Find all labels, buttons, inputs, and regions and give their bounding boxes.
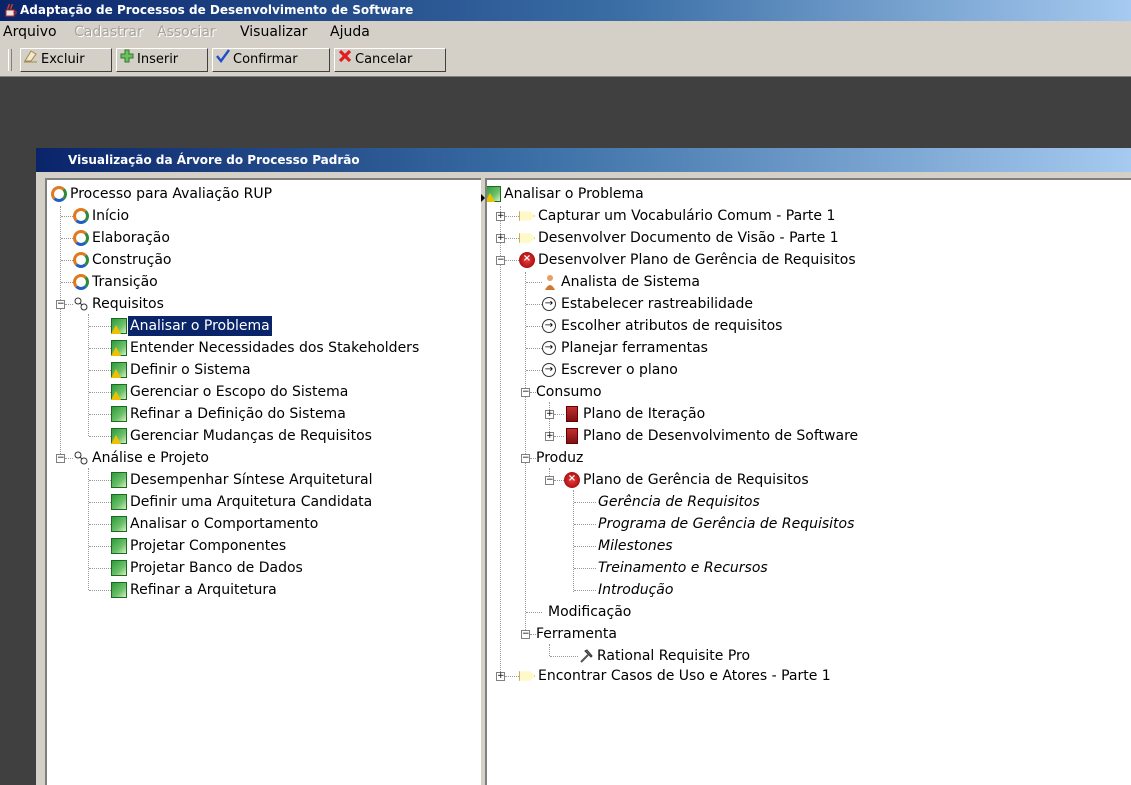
confirmar-button[interactable]: Confirmar xyxy=(212,48,330,72)
menu-bar: Arquivo Cadastrar Associar Visualizar Aj… xyxy=(0,21,1131,45)
phase-icon xyxy=(73,208,89,224)
process-icon xyxy=(51,186,67,202)
phase-icon xyxy=(73,252,89,268)
cancelar-label: Cancelar xyxy=(355,52,413,67)
discipline-icon xyxy=(73,450,89,466)
error-activity-icon: × xyxy=(519,252,535,268)
workflow-warning-icon xyxy=(111,384,127,400)
activity-icon xyxy=(519,233,535,243)
workflow-warning-icon xyxy=(111,362,127,378)
step-arrow-icon: → xyxy=(542,341,556,355)
expand-documento-visao-toggle[interactable]: + xyxy=(496,234,505,243)
plus-icon xyxy=(117,49,137,71)
error-document-icon: × xyxy=(564,472,580,488)
workflow-icon xyxy=(111,538,127,554)
phase-icon xyxy=(73,274,89,290)
step-arrow-icon: → xyxy=(542,319,556,333)
workflow-icon xyxy=(111,516,127,532)
workflow-detail-pane[interactable]: Analisar o Problema + Capturar um Vocabu… xyxy=(485,178,1131,785)
red-x-icon xyxy=(335,49,355,71)
workflow-warning-icon xyxy=(111,428,127,444)
workflow-icon xyxy=(111,560,127,576)
cancelar-button[interactable]: Cancelar xyxy=(334,48,446,72)
collapse-analise-projeto-toggle[interactable]: − xyxy=(56,454,65,463)
expand-encontrar-casos-toggle[interactable]: + xyxy=(496,672,505,681)
confirmar-label: Confirmar xyxy=(233,52,298,67)
menu-visualizar[interactable]: Visualizar xyxy=(240,24,307,40)
toolbar: Excluir Inserir Confirmar Cancelar xyxy=(0,45,1131,77)
window-title: Adaptação de Processos de Desenvolviment… xyxy=(20,3,414,17)
toolbar-grip[interactable] xyxy=(8,49,12,71)
inserir-button[interactable]: Inserir xyxy=(116,48,208,72)
window-title-bar[interactable]: Adaptação de Processos de Desenvolviment… xyxy=(0,0,1131,21)
collapse-requisitos-toggle[interactable]: − xyxy=(56,300,65,309)
workflow-warning-icon xyxy=(487,186,501,202)
step-arrow-icon: → xyxy=(542,363,556,377)
eraser-icon xyxy=(21,49,41,71)
excluir-label: Excluir xyxy=(41,52,85,67)
document-icon xyxy=(566,406,578,422)
workflow-warning-icon xyxy=(111,318,127,334)
person-icon xyxy=(542,274,558,290)
document-icon xyxy=(566,428,578,444)
expand-capturar-toggle[interactable]: + xyxy=(496,212,505,221)
collapse-produz-toggle[interactable]: − xyxy=(521,454,530,463)
workflow-icon xyxy=(111,494,127,510)
collapse-ferramenta-toggle[interactable]: − xyxy=(521,630,530,639)
workflow-icon xyxy=(111,582,127,598)
step-arrow-icon: → xyxy=(542,297,556,311)
inserir-label: Inserir xyxy=(137,52,179,67)
process-tree-pane[interactable]: Processo para Avaliação RUP Início Elabo… xyxy=(45,178,481,785)
workflow-icon xyxy=(111,406,127,422)
workflow-icon xyxy=(111,472,127,488)
internal-frame-title: Visualização da Árvore do Processo Padrã… xyxy=(68,153,360,167)
hammer-icon xyxy=(578,648,594,664)
internal-frame-title-bar[interactable]: Visualização da Árvore do Processo Padrã… xyxy=(36,148,1131,172)
menu-cadastrar[interactable]: Cadastrar xyxy=(74,24,143,40)
workflow-warning-icon xyxy=(111,340,127,356)
collapse-consumo-toggle[interactable]: − xyxy=(521,388,530,397)
phase-icon xyxy=(73,230,89,246)
excluir-button[interactable]: Excluir xyxy=(20,48,112,72)
collapse-plano-gerencia-artifact-toggle[interactable]: − xyxy=(545,476,554,485)
checkmark-icon xyxy=(213,49,233,71)
menu-ajuda[interactable]: Ajuda xyxy=(330,24,370,40)
expand-plano-iteracao-toggle[interactable]: + xyxy=(545,410,554,419)
menu-arquivo[interactable]: Arquivo xyxy=(3,24,57,40)
collapse-plano-gerencia-toggle[interactable]: − xyxy=(496,256,505,265)
java-cup-icon xyxy=(5,3,17,17)
discipline-icon xyxy=(73,296,89,312)
activity-icon xyxy=(519,671,535,681)
activity-icon xyxy=(519,211,535,221)
expand-plano-desenvolvimento-toggle[interactable]: + xyxy=(545,432,554,441)
menu-associar[interactable]: Associar xyxy=(157,24,216,40)
